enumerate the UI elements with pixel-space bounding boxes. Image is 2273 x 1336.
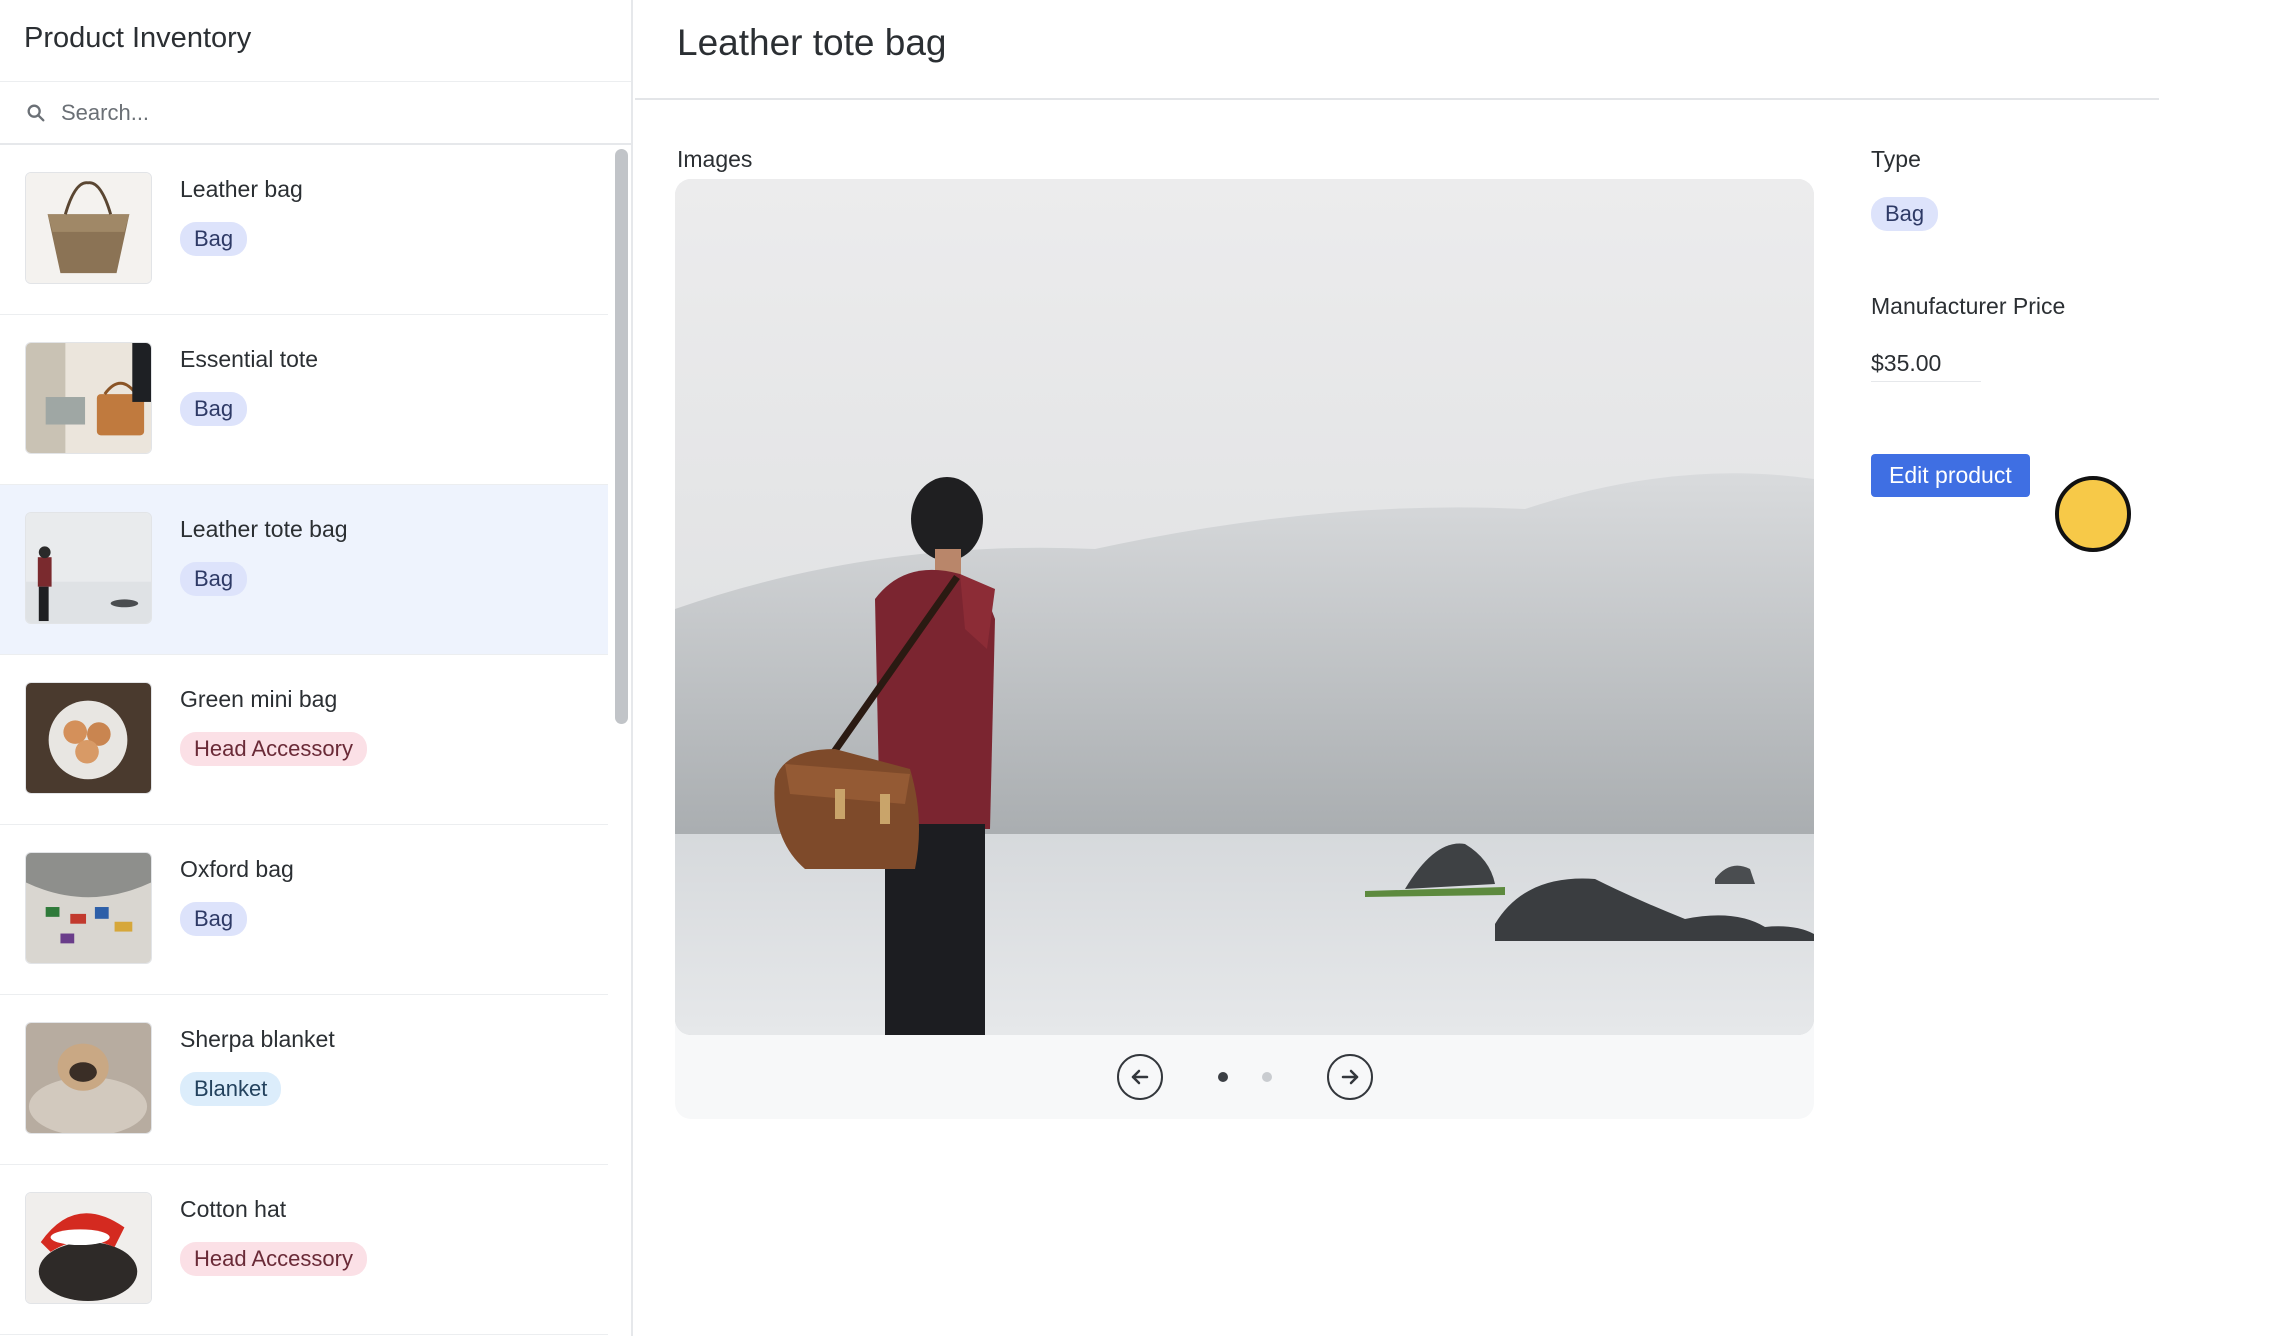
list-item-selected[interactable]: Leather tote bag Bag	[0, 485, 608, 655]
type-label: Type	[1871, 146, 1921, 172]
list-item[interactable]: Essential tote Bag	[0, 315, 608, 485]
list-item[interactable]: Cotton hat Head Accessory	[0, 1165, 608, 1335]
item-tag: Head Accessory	[180, 732, 367, 766]
item-tag: Head Accessory	[180, 1242, 367, 1276]
product-thumbnail	[25, 342, 152, 454]
item-tag: Bag	[180, 392, 248, 426]
carousel-dot[interactable]	[1261, 1072, 1272, 1082]
search-input[interactable]	[61, 99, 601, 126]
page-title: Leather tote bag	[635, 0, 2159, 100]
item-name: Oxford bag	[180, 856, 294, 882]
list-item[interactable]: Oxford bag Bag	[0, 825, 608, 995]
list-item[interactable]: Sherpa blanket Blanket	[0, 995, 608, 1165]
previous-image-button[interactable]	[1116, 1054, 1163, 1100]
mouse-cursor-indicator	[2055, 476, 2131, 552]
price-label: Manufacturer Price	[1871, 293, 2066, 319]
product-thumbnail	[25, 852, 152, 964]
arrow-left-icon	[1131, 1069, 1148, 1085]
carousel-controls	[675, 1053, 1814, 1101]
item-name: Sherpa blanket	[180, 1026, 335, 1052]
sidebar-scrollbar[interactable]	[609, 145, 631, 1336]
item-tag: Bag	[180, 562, 248, 596]
next-image-button[interactable]	[1326, 1054, 1373, 1100]
carousel-dot-active[interactable]	[1217, 1072, 1228, 1082]
item-tag: Bag	[180, 902, 248, 936]
item-tag: Blanket	[180, 1072, 282, 1106]
arrow-right-icon	[1341, 1069, 1358, 1085]
scrollbar-thumb[interactable]	[615, 149, 628, 724]
product-thumbnail	[25, 1192, 152, 1304]
search-icon	[27, 104, 45, 121]
product-thumbnail	[25, 1022, 152, 1134]
images-label: Images	[677, 146, 753, 172]
item-name: Leather tote bag	[180, 516, 348, 542]
edit-product-button[interactable]: Edit product	[1871, 454, 2030, 497]
product-list: Leather bag Bag Essential tote Bag Leath…	[0, 145, 608, 1335]
item-name: Cotton hat	[180, 1196, 287, 1222]
type-tag: Bag	[1871, 197, 1939, 231]
product-detail: Leather tote bag Images Type Bag Manufac…	[635, 0, 2273, 1336]
item-name: Essential tote	[180, 346, 319, 372]
list-item[interactable]: Leather bag Bag	[0, 145, 608, 315]
item-name: Green mini bag	[180, 686, 338, 712]
search-bar	[0, 82, 631, 145]
product-image	[675, 179, 1814, 1035]
item-name: Leather bag	[180, 176, 303, 202]
item-tag: Bag	[180, 222, 248, 256]
image-carousel	[675, 179, 1814, 1119]
product-details: Type Bag Manufacturer Price $35.00 Edit …	[1871, 146, 2171, 497]
product-thumbnail	[25, 512, 152, 624]
sidebar-title: Product Inventory	[0, 0, 631, 82]
app-window: Product Inventory Le	[0, 0, 2273, 1336]
price-value: $35.00	[1871, 350, 1981, 382]
sidebar: Product Inventory Le	[0, 0, 633, 1336]
carousel-pagination	[1201, 1072, 1289, 1082]
product-thumbnail	[25, 682, 152, 794]
product-thumbnail	[25, 172, 152, 284]
list-item[interactable]: Green mini bag Head Accessory	[0, 655, 608, 825]
